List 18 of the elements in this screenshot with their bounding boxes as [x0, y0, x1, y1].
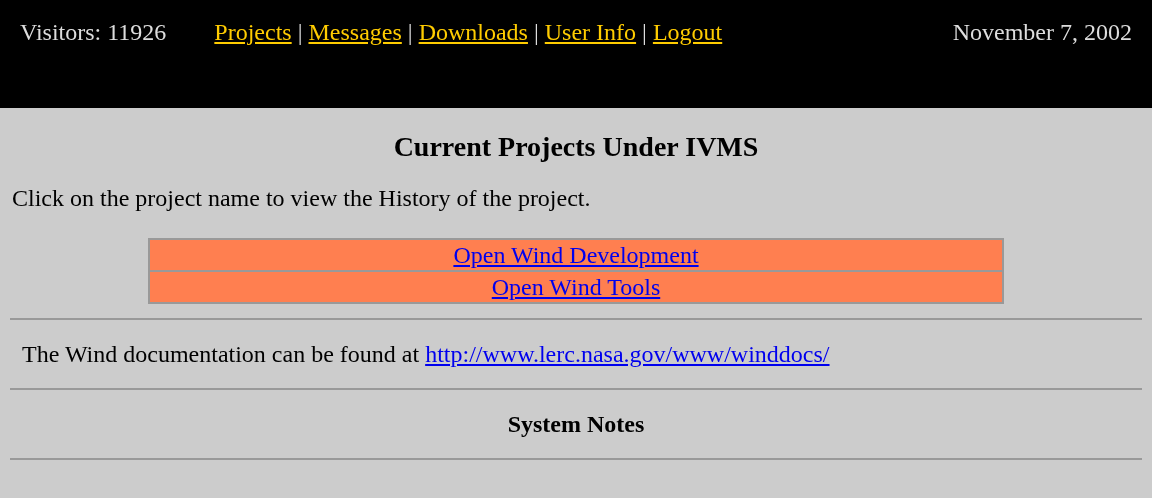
page-title: Current Projects Under IVMS	[392, 130, 760, 164]
nav-separator: |	[297, 18, 303, 47]
nav-link[interactable]: Messages	[308, 14, 402, 50]
docs-link[interactable]: http://www.lerc.nasa.gov/www/winddocs/	[425, 336, 830, 372]
intro-text: Click on the project name to view the History of the project.	[12, 184, 592, 213]
docs-text: The Wind documentation can be found at	[22, 340, 420, 369]
nav-separator: |	[642, 18, 647, 47]
nav-separator: |	[533, 18, 539, 47]
nav-link[interactable]: Logout	[652, 14, 723, 50]
nav-separator: |	[407, 18, 413, 47]
project-link[interactable]: Open Wind Tools	[491, 274, 661, 300]
visitor-count: Visitors: 11926	[20, 18, 167, 47]
nav-link[interactable]: User Info	[544, 14, 637, 50]
nav-link[interactable]: Projects	[214, 14, 292, 50]
date-text: November 7, 2002	[952, 18, 1132, 47]
project-link[interactable]: Open Wind Development	[453, 242, 699, 268]
notes-title: System Notes	[506, 410, 646, 439]
nav-link[interactable]: Downloads	[418, 14, 528, 50]
